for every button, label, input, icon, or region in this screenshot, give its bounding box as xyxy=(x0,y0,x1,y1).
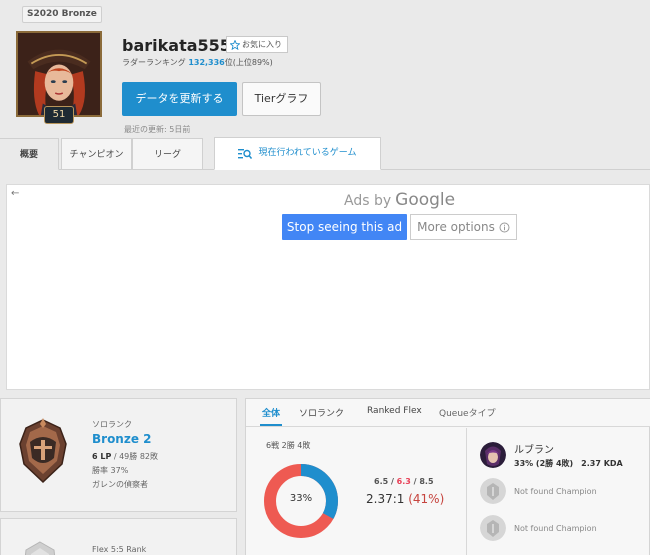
solo-record: / 49勝 82敗 xyxy=(111,452,158,461)
unranked-emblem-icon xyxy=(24,541,56,555)
summoner-name: barikata555 xyxy=(122,36,231,55)
stats-tab-queue-type[interactable]: Queueタイプ xyxy=(439,406,496,419)
solo-queue-label: ソロランク xyxy=(92,420,132,429)
champion-not-found: Not found Champion xyxy=(514,486,597,496)
stop-seeing-ad-button[interactable]: Stop seeing this ad xyxy=(282,214,407,240)
level-badge: 51 xyxy=(44,106,74,124)
tab-league[interactable]: リーグ xyxy=(132,138,203,170)
ads-by-label: Ads by xyxy=(344,193,392,209)
leblanc-icon xyxy=(480,442,506,468)
stats-tab-flex[interactable]: Ranked Flex xyxy=(367,406,422,416)
tab-live-game[interactable]: 現在行われているゲーム xyxy=(214,137,381,170)
last-update: 最近の更新: 5日前 xyxy=(124,125,191,134)
stats-divider xyxy=(466,428,467,555)
solo-tier-name: Bronze 2 xyxy=(92,432,152,446)
stats-tab-all[interactable]: 全体 xyxy=(262,406,280,419)
ladder-prefix: ラダーランキング xyxy=(122,58,186,67)
google-label: Google xyxy=(395,190,456,210)
ad-back-arrow-icon[interactable]: ← xyxy=(11,188,19,199)
flex-queue-label: Flex 5:5 Rank xyxy=(92,545,147,554)
ladder-suffix: 位(上位89%) xyxy=(224,58,273,67)
champion-name: ルブラン xyxy=(514,445,554,456)
stats-tab-underline xyxy=(260,424,282,426)
kda-slash-1: / xyxy=(388,477,397,486)
info-icon xyxy=(499,222,510,232)
kill-participation: (41%) xyxy=(408,492,445,506)
refresh-button[interactable]: データを更新する xyxy=(122,82,237,116)
more-options-label: More options xyxy=(417,220,495,234)
tier-graph-button[interactable]: Tierグラフ xyxy=(242,82,321,116)
ladder-rank-link[interactable]: 132,336 xyxy=(188,58,224,67)
champion-stats: 33% (2勝 4敗) 2.37 KDA xyxy=(514,458,623,469)
champion-row: Not found Champion xyxy=(480,513,597,543)
more-options-button[interactable]: More options xyxy=(410,214,517,240)
season-badge: S2020 Bronze xyxy=(22,6,102,23)
solo-league-name: ガレンの偵察者 xyxy=(92,480,148,489)
champion-portrait-icon xyxy=(18,33,100,115)
games-summary: 6戦 2勝 4敗 xyxy=(266,441,311,450)
winrate-percent: 33% xyxy=(289,493,313,504)
tab-overview[interactable]: 概要 xyxy=(0,138,59,170)
live-game-label: 現在行われているゲーム xyxy=(258,148,357,158)
ladder-ranking: ラダーランキング 132,336位(上位89%) xyxy=(122,57,273,68)
kda-assists: 8.5 xyxy=(419,477,434,486)
kda-deaths: 6.3 xyxy=(396,477,411,486)
champion-record: 33% (2勝 4敗) xyxy=(514,459,574,468)
solo-lp: 6 LP xyxy=(92,452,112,461)
profile-icon xyxy=(16,31,102,117)
unknown-champion-icon xyxy=(480,478,506,504)
favorite-label: お気に入り xyxy=(242,40,282,49)
bronze-emblem-icon xyxy=(19,418,67,484)
stats-tab-solo[interactable]: ソロランク xyxy=(299,406,344,419)
kda-ratio-value: 2.37:1 xyxy=(366,492,405,506)
kda-breakdown: 6.5 / 6.3 / 8.5 xyxy=(374,477,434,486)
favorite-button[interactable]: お気に入り xyxy=(226,36,288,53)
solo-winrate: 勝率 37% xyxy=(92,466,129,475)
kda-ratio: 2.37:1 (41%) xyxy=(366,492,444,506)
champion-not-found: Not found Champion xyxy=(514,523,597,533)
champion-row[interactable]: ルブラン 33% (2勝 4敗) 2.37 KDA xyxy=(480,440,623,470)
ads-by-google: Ads by Google xyxy=(344,190,455,210)
live-search-icon xyxy=(238,148,253,159)
champion-kda: 2.37 KDA xyxy=(581,459,623,468)
star-icon xyxy=(230,39,240,50)
champion-row: Not found Champion xyxy=(480,476,597,506)
solo-lp-record: 6 LP / 49勝 82敗 xyxy=(92,451,158,462)
tab-champion[interactable]: チャンピオン xyxy=(61,138,132,170)
unknown-champion-icon xyxy=(480,515,506,541)
kda-kills: 6.5 xyxy=(374,477,389,486)
